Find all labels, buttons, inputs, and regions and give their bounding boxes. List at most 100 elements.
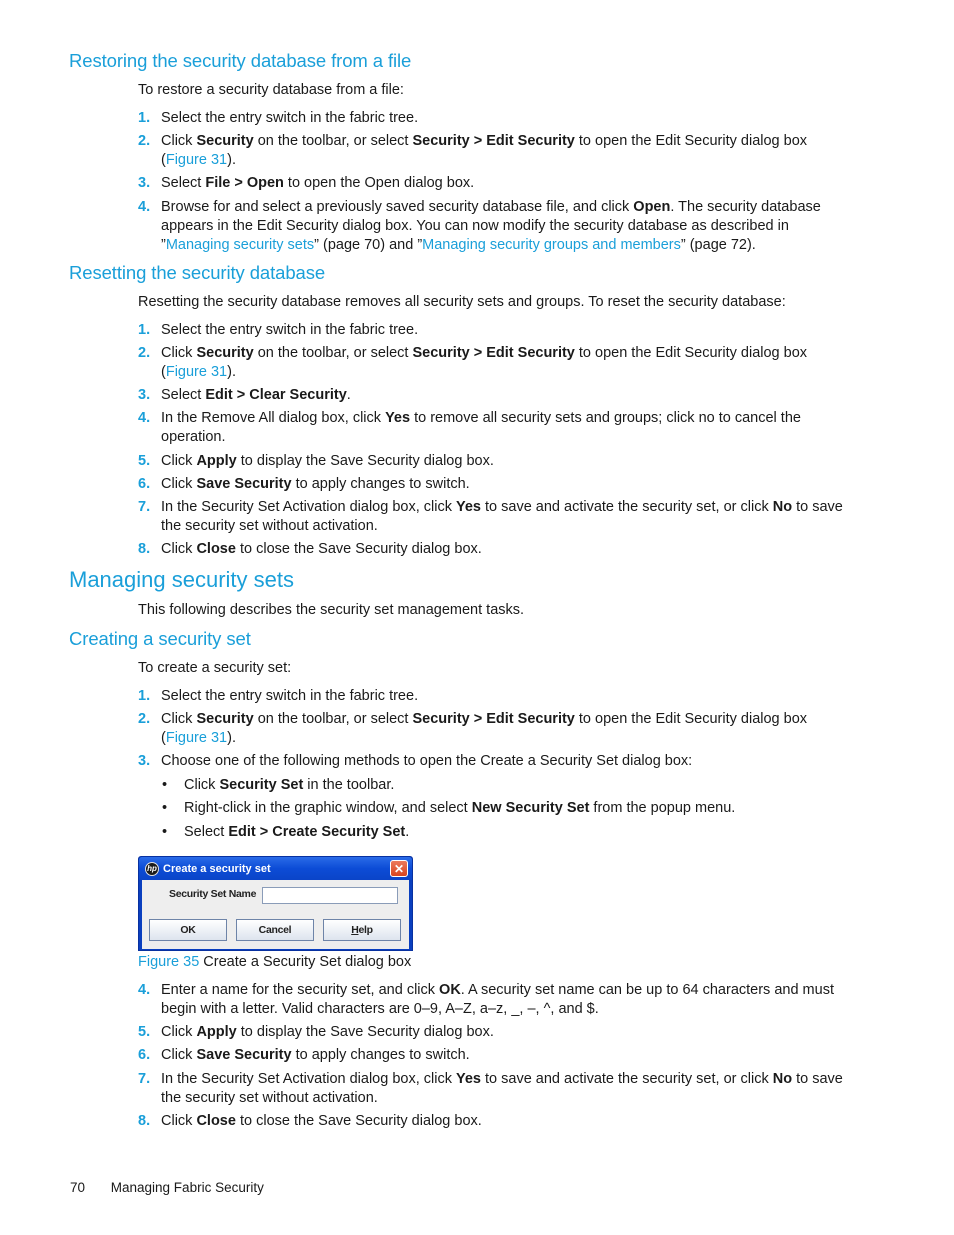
heading-managing-security-sets: Managing security sets <box>69 567 294 592</box>
bold-term: Yes <box>455 1071 481 1087</box>
heading-creating: Creating a security set <box>69 628 251 649</box>
bullet-item: • Select Edit > Create Security Set. <box>162 823 409 842</box>
step-number: 7. <box>138 499 151 515</box>
step-number: 2. <box>138 133 151 149</box>
bold-term: Edit > Clear Security <box>205 387 347 403</box>
step-text: Click Security on the toolbar, or select… <box>161 133 808 168</box>
list-item: 1. Select the entry switch in the fabric … <box>138 687 848 706</box>
list-item: 8. Click Close to close the Save Security… <box>138 1112 848 1131</box>
list-item: 7. In the Security Set Activation dialog … <box>138 498 848 536</box>
cross-reference-link[interactable]: Managing security groups and members <box>422 237 681 253</box>
list-item: 3. Select File > Open to open the Open di… <box>138 174 848 193</box>
figure-caption-text: Create a Security Set dialog box <box>203 954 412 970</box>
bold-term: File > Open <box>205 175 284 191</box>
cross-reference-link[interactable]: Figure 31 <box>166 152 227 168</box>
restore-intro: To restore a security database from a fi… <box>138 82 404 98</box>
step-text: Choose one of the following methods to o… <box>161 753 693 769</box>
help-mnemonic: H <box>351 924 359 936</box>
bold-term: Security > Edit Security <box>412 133 575 149</box>
step-number: 2. <box>138 345 151 361</box>
step-text: Enter a name for the security set, and c… <box>161 982 834 1017</box>
close-icon[interactable]: ✕ <box>390 860 408 877</box>
list-item: 1. Select the entry switch in the fabric … <box>138 109 848 128</box>
list-item: 1. Select the entry switch in the fabric … <box>138 321 848 340</box>
list-item: 7. In the Security Set Activation dialog … <box>138 1070 848 1108</box>
step-number: 8. <box>138 1113 151 1129</box>
list-item: 5. Click Apply to display the Save Securi… <box>138 452 848 471</box>
bold-term: Yes <box>385 410 411 426</box>
step-number: 5. <box>138 1024 151 1040</box>
step-text: Click Apply to display the Save Security… <box>161 453 494 469</box>
step-text: Select the entry switch in the fabric tr… <box>161 688 419 704</box>
cross-reference-link[interactable]: Figure 31 <box>166 364 227 380</box>
dialog-title-bar[interactable]: hp Create a security set <box>139 857 412 880</box>
step-number: 4. <box>138 410 151 426</box>
step-text: Select Edit > Clear Security. <box>161 387 351 403</box>
step-text: Click Security on the toolbar, or select… <box>161 711 808 746</box>
bold-term: Close <box>196 1113 236 1129</box>
heading-restoring: Restoring the security database from a f… <box>69 50 412 71</box>
step-number: 8. <box>138 541 151 557</box>
step-text: Click Close to close the Save Security d… <box>161 1113 482 1129</box>
step-number: 3. <box>138 387 151 403</box>
step-text: In the Security Set Activation dialog bo… <box>161 499 843 534</box>
reset-intro: Resetting the security database removes … <box>138 294 786 310</box>
step-number: 4. <box>138 982 151 998</box>
bold-term: Save Security <box>196 1047 292 1063</box>
step-number: 6. <box>138 1047 151 1063</box>
security-set-name-input[interactable] <box>262 887 398 904</box>
step-text: In the Security Set Activation dialog bo… <box>161 1071 843 1106</box>
list-item: 4. In the Remove All dialog box, click Ye… <box>138 409 848 447</box>
step-number: 1. <box>138 688 151 704</box>
bullet-text: Select Edit > Create Security Set. <box>184 824 410 840</box>
bullet-item: • Click Security Set in the toolbar. <box>162 776 394 795</box>
step-number: 3. <box>138 753 151 769</box>
bold-term: Security > Edit Security <box>412 711 575 727</box>
bold-term: Security <box>196 345 254 361</box>
list-item: 4. Enter a name for the security set, and… <box>138 981 848 1019</box>
security-set-name-label: Security Set Name <box>169 888 257 900</box>
step-number: 2. <box>138 711 151 727</box>
list-item: 6. Click Save Security to apply changes t… <box>138 1046 848 1065</box>
list-item: 2. Click Security on the toolbar, or sele… <box>138 344 848 382</box>
bullet-text: Right-click in the graphic window, and s… <box>184 800 736 816</box>
step-text: Click Close to close the Save Security d… <box>161 541 482 557</box>
step-number: 4. <box>138 199 151 215</box>
step-number: 7. <box>138 1071 151 1087</box>
bold-term: Security Set <box>219 777 304 793</box>
step-text: Select File > Open to open the Open dial… <box>161 175 475 191</box>
bold-term: Apply <box>196 453 237 469</box>
figure-caption: Figure 35 Create a Security Set dialog b… <box>138 953 411 972</box>
cross-reference-link[interactable]: Figure 31 <box>166 730 227 746</box>
bullet-icon: • <box>162 800 168 816</box>
bold-term: No <box>772 499 793 515</box>
step-number: 5. <box>138 453 151 469</box>
step-text: Click Save Security to apply changes to … <box>161 1047 470 1063</box>
list-item: 8. Click Close to close the Save Security… <box>138 540 848 559</box>
list-item: 2. Click Security on the toolbar, or sele… <box>138 710 848 748</box>
bullet-icon: • <box>162 777 168 793</box>
bold-term: No <box>772 1071 793 1087</box>
list-item: 3. Choose one of the following methods to… <box>138 752 848 771</box>
create-security-set-dialog: hp Create a security set ✕ Security Set … <box>138 856 413 951</box>
cancel-button[interactable]: Cancel <box>236 919 314 941</box>
bold-term: Security <box>196 711 254 727</box>
ok-button[interactable]: OK <box>149 919 227 941</box>
list-item: 3. Select Edit > Clear Security. <box>138 386 848 405</box>
list-item: 4. Browse for and select a previously sav… <box>138 198 848 255</box>
chapter-title: Managing Fabric Security <box>110 1180 264 1195</box>
cross-reference-link[interactable]: Managing security sets <box>166 237 314 253</box>
bold-term: Save Security <box>196 476 292 492</box>
hp-logo-icon: hp <box>145 861 159 876</box>
list-item: 6. Click Save Security to apply changes t… <box>138 475 848 494</box>
bullet-icon: • <box>162 824 168 840</box>
help-button[interactable]: Help <box>323 919 401 941</box>
step-text: Click Save Security to apply changes to … <box>161 476 470 492</box>
bold-term: Close <box>196 541 236 557</box>
figure-label[interactable]: Figure 35 <box>138 954 199 970</box>
step-text: Click Security on the toolbar, or select… <box>161 345 808 380</box>
page-footer: 70 Managing Fabric Security <box>70 1180 264 1195</box>
bold-term: Edit > Create Security Set <box>228 824 406 840</box>
list-item: 2. Click Security on the toolbar, or sele… <box>138 132 848 170</box>
step-text: In the Remove All dialog box, click Yes … <box>161 410 801 445</box>
